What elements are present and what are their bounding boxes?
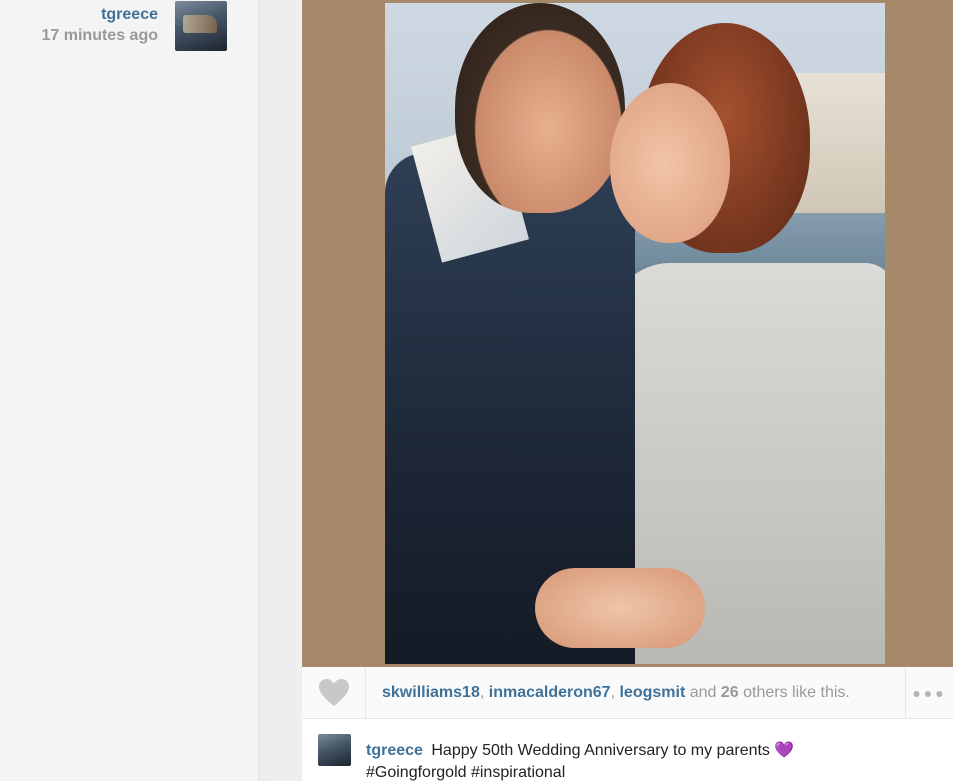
likes-others-count[interactable]: 26 bbox=[721, 684, 739, 701]
liker-separator: , bbox=[479, 684, 485, 701]
photo-hands bbox=[535, 568, 705, 648]
author-avatar[interactable] bbox=[175, 1, 227, 51]
more-options-icon: ●●● bbox=[912, 685, 947, 701]
liker-separator: , bbox=[610, 684, 616, 701]
left-column: tgreece 17 minutes ago bbox=[0, 0, 258, 781]
author-username-link[interactable]: tgreece bbox=[101, 6, 158, 24]
likes-others-text: others like this. bbox=[743, 684, 850, 701]
more-options-button[interactable]: ●●● bbox=[905, 667, 953, 719]
likes-and: and bbox=[689, 684, 717, 701]
caption: tgreece Happy 50th Wedding Anniversary t… bbox=[366, 740, 926, 781]
post-timestamp: 17 minutes ago bbox=[41, 27, 158, 44]
caption-hashtags[interactable]: #Goingforgold #inspirational bbox=[366, 764, 565, 781]
gutter bbox=[259, 0, 302, 781]
likes-summary: skwilliams18, inmacalderon67, leogsmit a… bbox=[382, 684, 850, 702]
like-button[interactable] bbox=[302, 667, 366, 719]
instagram-feed-page: tgreece 17 minutes ago skwilliams18, inm… bbox=[0, 0, 953, 781]
photo-woman-face bbox=[610, 83, 730, 243]
post-card: skwilliams18, inmacalderon67, leogsmit a… bbox=[302, 0, 953, 781]
post-author: tgreece 17 minutes ago bbox=[0, 0, 258, 60]
post-photo[interactable] bbox=[385, 3, 885, 664]
photo-man-head bbox=[455, 3, 625, 213]
heart-icon bbox=[318, 679, 349, 706]
caption-body: Happy 50th Wedding Anniversary to my par… bbox=[431, 742, 770, 759]
liker-link[interactable]: skwilliams18 bbox=[382, 684, 480, 701]
liker-link[interactable]: inmacalderon67 bbox=[489, 684, 611, 701]
caption-username-link[interactable]: tgreece bbox=[366, 742, 423, 759]
heart-emoji-icon: 💜 bbox=[774, 742, 795, 759]
likes-bar: skwilliams18, inmacalderon67, leogsmit a… bbox=[302, 667, 953, 719]
post-photo-frame[interactable] bbox=[302, 0, 953, 667]
caption-avatar[interactable] bbox=[318, 734, 351, 766]
liker-link[interactable]: leogsmit bbox=[619, 684, 685, 701]
avatar-image bbox=[183, 15, 217, 33]
caption-row: tgreece Happy 50th Wedding Anniversary t… bbox=[302, 720, 953, 781]
